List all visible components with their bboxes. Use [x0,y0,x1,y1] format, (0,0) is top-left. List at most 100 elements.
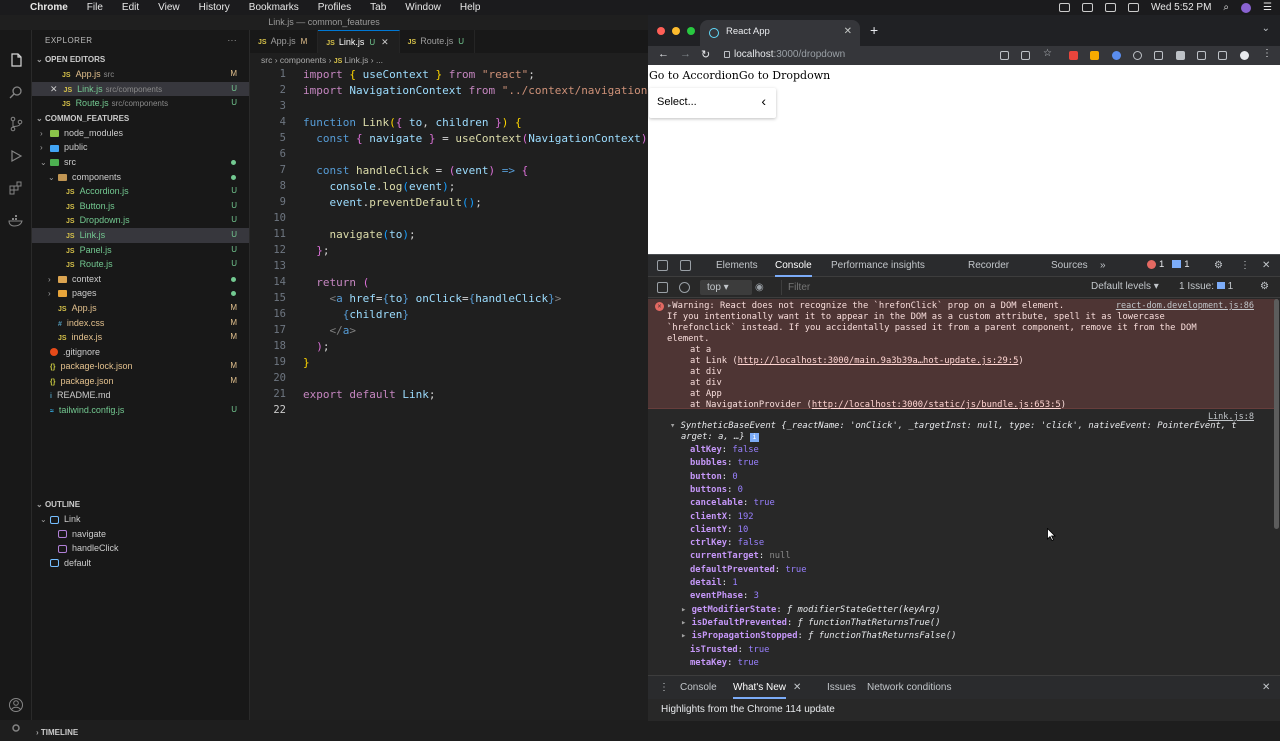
outline-section[interactable]: ⌄ OUTLINE [32,497,250,512]
source-control-icon[interactable] [8,116,24,132]
info-icon[interactable]: i [749,433,759,442]
account-icon[interactable] [8,697,24,713]
display-icon[interactable] [1128,3,1140,12]
menu-window[interactable]: Window [405,2,441,13]
menu-profiles[interactable]: Profiles [318,2,351,13]
breadcrumb-item[interactable]: Link.js [344,55,368,65]
object-property[interactable]: ▸ isPropagationStopped: ƒ functionThatRe… [681,631,956,641]
link-go-to-dropdown[interactable]: Go to Dropdown [739,69,830,82]
link-go-to-accordion[interactable]: Go to Accordion [649,69,739,82]
editor-tab[interactable]: JS Route.js U [400,30,476,53]
menu-edit[interactable]: Edit [122,2,139,13]
zoom-window-button[interactable] [687,27,695,35]
inspect-element-icon[interactable] [657,260,668,271]
console-log-object[interactable]: Link.js:8 ▾ SyntheticBaseEvent {_reactNa… [648,410,1278,675]
timeline-section[interactable]: › TIMELINE [32,725,250,740]
devtools-menu-icon[interactable]: ⋮ [1240,255,1250,277]
clear-console-icon[interactable] [679,282,690,293]
tree-item[interactable]: JS Button.js U [32,199,249,214]
console-warning[interactable]: ✕ react-dom.development.js:86 ▸Warning: … [648,299,1278,410]
tab-console[interactable]: Console [775,255,812,277]
site-info-icon[interactable] [724,51,730,58]
object-property[interactable]: ▸ isDefaultPrevented: ƒ functionThatRetu… [681,618,941,628]
close-editor-icon[interactable]: ✕ [50,84,58,94]
tab-recorder[interactable]: Recorder [968,255,1009,277]
tab-elements[interactable]: Elements [716,255,758,277]
side-panel-icon[interactable] [1218,51,1227,60]
object-summary[interactable]: ▾ SyntheticBaseEvent {_reactName: 'onCli… [670,421,1237,431]
console-scrollbar[interactable] [1274,299,1279,529]
tree-item[interactable]: › node_modules [32,126,249,141]
tree-item[interactable]: .gitignore [32,345,249,360]
tree-item[interactable]: i README.md [32,388,249,403]
outline-item[interactable]: handleClick [32,541,250,556]
more-tabs-button[interactable]: » [1100,255,1106,277]
status-icon[interactable] [1059,3,1071,12]
device-toolbar-icon[interactable] [680,260,691,271]
tab-search-icon[interactable]: ⌄ [1262,23,1270,34]
profile-icon[interactable] [1240,51,1249,60]
tree-item[interactable]: JS Route.js U [32,257,249,272]
tree-item[interactable]: ≈ tailwind.config.js U [32,403,249,418]
drawer-tab-network-conditions[interactable]: Network conditions [867,676,951,699]
share-icon[interactable] [1021,51,1030,60]
outline-item[interactable]: ⌄ Link [32,512,250,527]
tree-item[interactable]: JS index.js M [32,330,249,345]
time-machine-icon[interactable] [1082,3,1094,12]
drawer-tab-whats-new[interactable]: What's New [733,676,787,699]
back-button[interactable]: ← [658,48,669,60]
new-tab-button[interactable]: + [870,22,878,38]
tab-performance-insights[interactable]: Performance insights [831,255,925,277]
expand-triangle-icon[interactable]: ▸ [681,631,692,641]
open-editor-item[interactable]: ✕ JS Link.js src/components U [32,81,249,97]
warning-source-link[interactable]: react-dom.development.js:86 [1116,301,1254,311]
menu-history[interactable]: History [199,2,230,13]
siri-icon[interactable] [1241,2,1252,13]
close-whats-new-icon[interactable]: ✕ [793,676,801,699]
context-selector[interactable]: top ▾ [700,280,752,295]
docker-icon[interactable] [8,212,24,228]
open-editor-item[interactable]: JS Route.js src/components U [32,96,249,111]
run-debug-icon[interactable] [8,148,24,164]
explorer-icon[interactable] [8,52,24,68]
issues-counter[interactable]: 1 Issue: 1 [1179,281,1233,292]
address-bar[interactable]: localhost:3000/dropdown [722,46,982,64]
breadcrumb-item[interactable]: ... [376,55,383,65]
console-settings-gear-icon[interactable]: ⚙ [1260,281,1269,292]
extension-red-icon[interactable] [1069,51,1078,60]
extension-yellow-icon[interactable] [1090,51,1099,60]
close-tab-icon[interactable]: ✕ [844,20,852,44]
reading-list-icon[interactable] [1197,51,1206,60]
reload-button[interactable]: ↻ [701,48,710,61]
control-center-icon[interactable]: ☰ [1263,2,1272,13]
tab-sources[interactable]: Sources [1051,255,1088,277]
menu-help[interactable]: Help [460,2,481,13]
drawer-tab-issues[interactable]: Issues [827,676,856,699]
editor-tab[interactable]: JS Link.js U ✕ [318,30,400,53]
open-editor-item[interactable]: JS App.js src M [32,67,249,82]
outline-item[interactable]: default [32,556,250,571]
tree-item[interactable]: › public [32,140,249,155]
wifi-icon[interactable] [1105,3,1117,12]
tree-item[interactable]: ⌄ src [32,155,249,170]
install-app-icon[interactable] [1000,51,1009,60]
tree-item[interactable]: ⌄ components [32,170,249,185]
tree-item[interactable]: # index.css M [32,316,249,331]
more-actions-icon[interactable]: ··· [228,30,238,52]
extension-circle-icon[interactable] [1133,51,1142,60]
object-property[interactable]: ▸ getModifierState: ƒ modifierStateGette… [681,605,941,615]
devtools-settings-gear-icon[interactable]: ⚙ [1214,255,1223,277]
breadcrumb-item[interactable]: src [261,55,272,65]
log-levels-dropdown[interactable]: Default levels ▾ [1091,281,1159,292]
extensions-icon[interactable] [8,180,24,196]
menu-file[interactable]: File [87,2,103,13]
editor-tab[interactable]: JS App.js M [250,30,319,53]
open-editors-section[interactable]: ⌄ OPEN EDITORS [32,52,249,67]
expand-triangle-icon[interactable]: ▸ [681,618,692,628]
minimize-window-button[interactable] [672,27,680,35]
tree-item[interactable]: JS Link.js U [32,227,249,243]
close-tab-icon[interactable]: ✕ [381,37,389,47]
stack-link[interactable]: http://localhost:3000/main.9a3b39a…hot-u… [738,356,1019,366]
drawer-menu-icon[interactable]: ⋮ [659,676,669,699]
code-editor[interactable]: 1 2 3 4 5 6 7 8 9 10 11 12 13 14 15 16 17 18 19 20 21 22 impo… [250,68,648,720]
